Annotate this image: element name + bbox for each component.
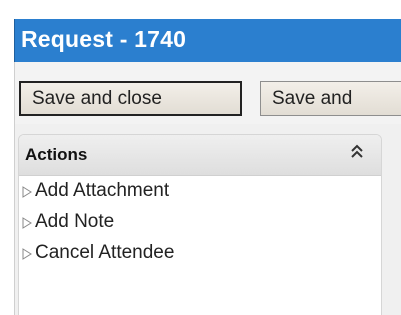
expand-triangle-icon [22,248,32,260]
actions-panel-header[interactable]: Actions [19,135,381,176]
action-item-label: Add Attachment [35,180,170,201]
double-chevron-up-icon[interactable] [349,143,365,161]
action-item-label: Add Note [35,211,115,232]
save-and-close-button[interactable]: Save and close [19,81,242,116]
action-item-cancel-attendee[interactable]: Cancel Attendee [19,238,381,269]
action-item-add-note[interactable]: Add Note [19,207,381,238]
expand-triangle-icon [22,217,32,229]
actions-area: Actions Add Attachment Add Note Cancel A… [14,124,401,315]
actions-panel-title: Actions [25,145,88,164]
request-window: Request - 1740 Save and close Save and A… [14,19,401,315]
action-item-label: Cancel Attendee [35,242,175,263]
window-header: Request - 1740 [14,19,401,62]
actions-panel: Actions Add Attachment Add Note Cancel A… [18,134,382,315]
page-title: Request - 1740 [21,26,187,52]
action-item-add-attachment[interactable]: Add Attachment [19,176,381,207]
expand-triangle-icon [22,186,32,198]
toolbar: Save and close Save and [14,62,401,124]
save-button[interactable]: Save and [260,81,401,116]
